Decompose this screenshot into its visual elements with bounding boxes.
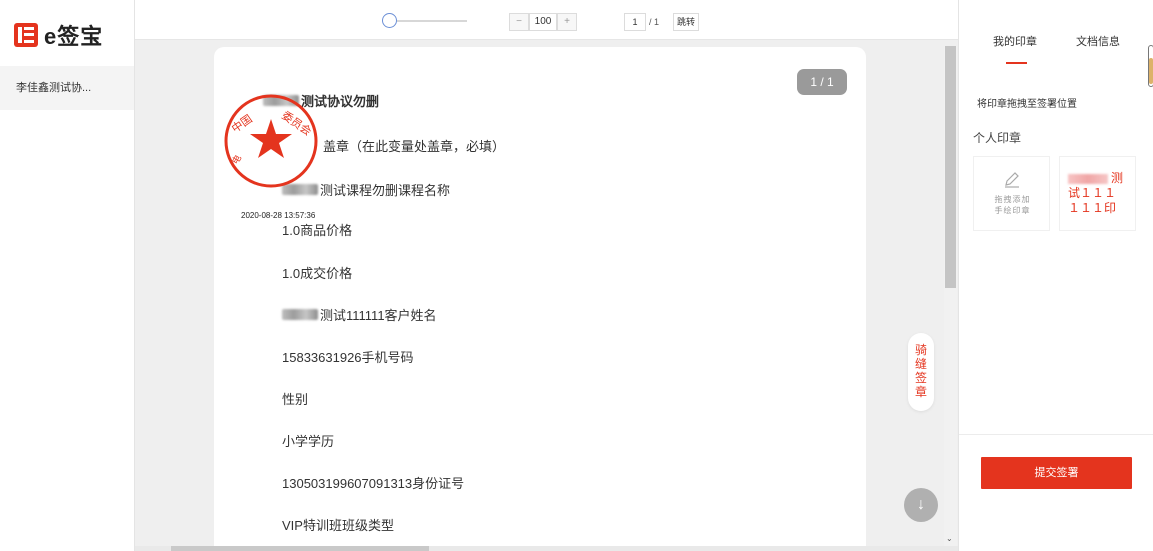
zoom-out-button[interactable]: − — [509, 13, 529, 31]
svg-text:委员会: 委员会 — [279, 109, 313, 139]
page-number-input[interactable]: 1 — [624, 13, 646, 31]
page-total: / 1 — [649, 17, 660, 27]
document-line: 测试111111客户姓名 — [282, 305, 437, 324]
viewer-toolbar: − 100 + 1 / 1 跳转 — [135, 0, 958, 40]
tab-my-seal[interactable]: 我的印章 — [993, 33, 1037, 49]
panel-divider — [959, 434, 1153, 435]
document-line: 15833631926手机号码 — [282, 350, 414, 365]
brand-name: e签宝 — [44, 24, 104, 49]
brand-logo: e签宝 — [14, 22, 104, 49]
stamp-timestamp: 2020-08-28 13:57:36 — [241, 211, 316, 220]
tab-doc-info[interactable]: 文档信息 — [1076, 33, 1120, 49]
document-viewer: − 100 + 1 / 1 跳转 1 / 1 测试协议勿删 盖章（在此变量处盖章… — [135, 0, 1093, 551]
document-line: VIP特训班班级类型 — [282, 518, 394, 533]
personal-seal-text: 测 试１１１ １１１印 — [1068, 171, 1124, 215]
zoom-in-button[interactable]: + — [557, 13, 577, 31]
section-title-personal-seal: 个人印章 — [973, 131, 1022, 145]
document-line: 盖章（在此变量处盖章，必填） — [323, 139, 506, 154]
jump-button[interactable]: 跳转 — [673, 13, 699, 31]
zoom-slider-track[interactable] — [397, 20, 467, 22]
zoom-slider-handle[interactable] — [382, 13, 397, 28]
scrollbar-thumb[interactable] — [945, 46, 956, 288]
panel-scrollbar[interactable] — [1148, 45, 1153, 87]
personal-seal-card[interactable]: 测 试１１１ １１１印 — [1059, 156, 1136, 231]
document-line: 1.0成交价格 — [282, 266, 353, 281]
document-line: 小学学历 — [282, 434, 335, 449]
document-line: 性别 — [282, 392, 309, 407]
scroll-down-arrow-icon[interactable]: ⌄ — [946, 534, 953, 543]
seal-panel: 我的印章 文档信息 将印章拖拽至签署位置 个人印章 拖拽添加 手绘印章 测 试１… — [958, 0, 1153, 551]
riding-seal-button[interactable]: 骑 缝 签 章 — [908, 333, 934, 411]
submit-sign-button[interactable]: 提交签署 — [981, 457, 1132, 489]
document-line: 130503199607091313身份证号 — [282, 476, 465, 491]
company-seal-stamp[interactable]: 中国 委员会 电 — [223, 93, 319, 189]
zoom-value-input[interactable]: 100 — [529, 13, 557, 31]
page-indicator-badge: 1 / 1 — [797, 69, 847, 95]
pen-icon — [1005, 172, 1019, 188]
add-handwritten-seal-card[interactable]: 拖拽添加 手绘印章 — [973, 156, 1050, 231]
drag-hint: 将印章拖拽至签署位置 — [977, 99, 1077, 110]
vertical-scrollbar[interactable]: ⌄ — [944, 46, 957, 546]
sidebar-document-item[interactable]: 李佳鑫测试协... — [0, 66, 134, 110]
redacted-text — [282, 309, 318, 320]
brand-logo-icon — [14, 23, 38, 47]
horizontal-scrollbar[interactable] — [135, 546, 1093, 551]
horizontal-scrollbar-thumb[interactable] — [171, 546, 429, 551]
active-tab-indicator — [1006, 62, 1027, 64]
document-line: 1.0商品价格 — [282, 223, 353, 238]
sidebar: e签宝 李佳鑫测试协... — [0, 0, 135, 551]
download-icon[interactable]: ↓ — [904, 488, 938, 522]
